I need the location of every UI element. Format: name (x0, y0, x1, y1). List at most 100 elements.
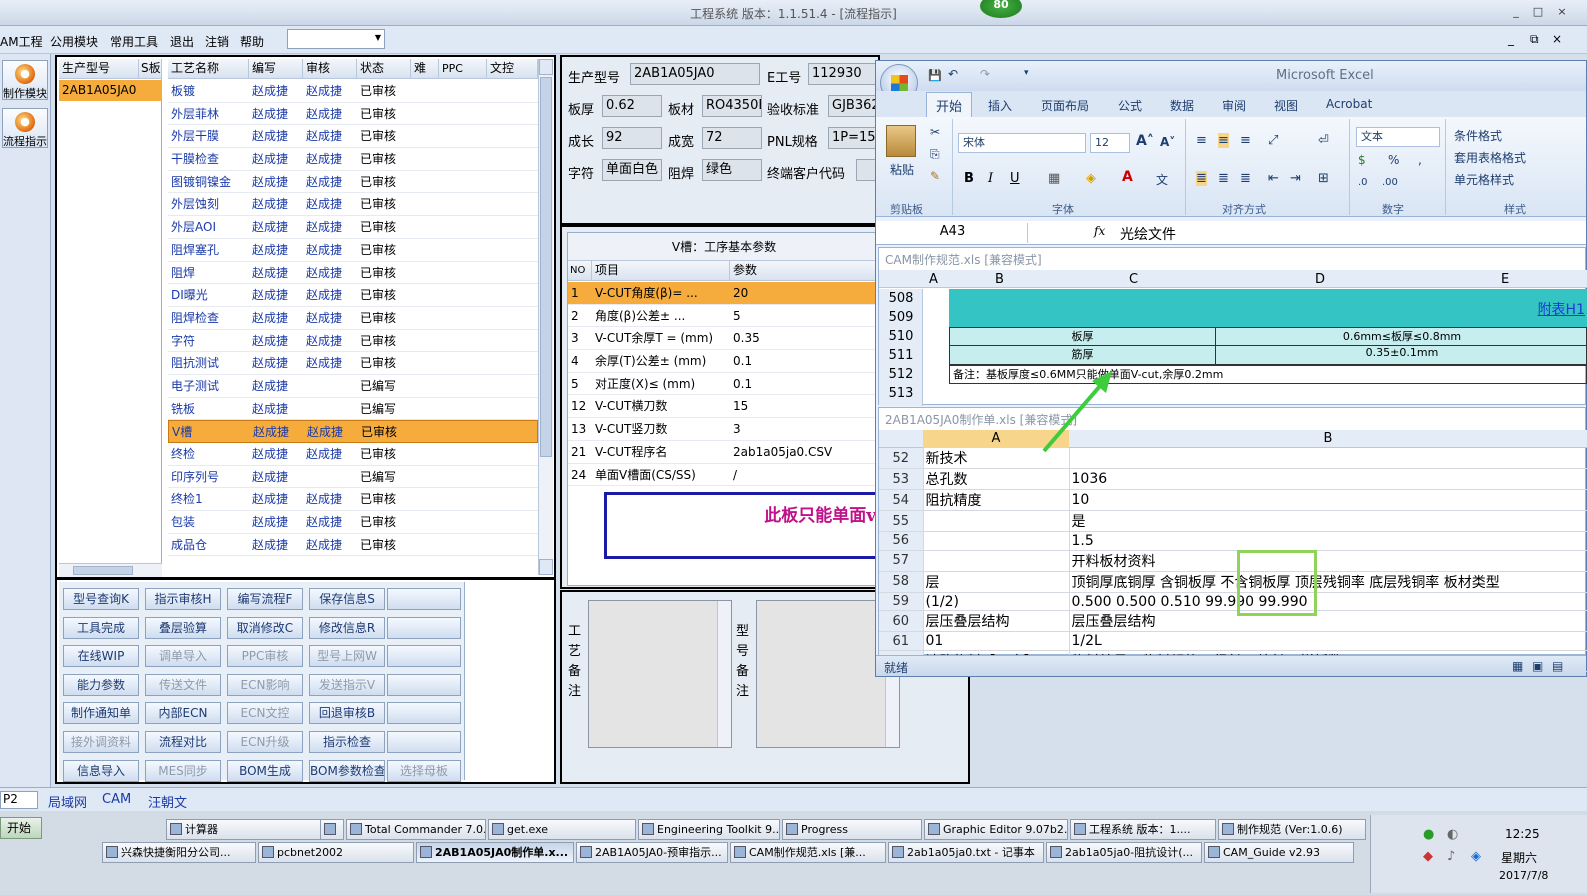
process-row[interactable]: 终检 赵成捷 赵成捷 已审核 (168, 443, 538, 466)
action-button[interactable]: ECN升级 (227, 731, 303, 753)
process-row[interactable]: 外层菲林 赵成捷 赵成捷 已审核 (168, 103, 538, 126)
vcut-row[interactable]: 13 V-CUT竖刀数 3 (568, 418, 880, 441)
action-button[interactable]: BOM参数检查 (309, 759, 385, 782)
process-row[interactable]: 阻焊检查 赵成捷 赵成捷 已审核 (168, 307, 538, 330)
cell-style-button[interactable]: 单元格样式 (1454, 171, 1514, 188)
cell-a[interactable] (923, 510, 1070, 532)
tab-view[interactable]: 视图 (1274, 97, 1298, 114)
action-button[interactable]: 接外调资料 (63, 731, 139, 753)
paste-label[interactable]: 粘贴 (890, 161, 914, 178)
vcut-row[interactable]: 12 V-CUT横刀数 15 (568, 395, 880, 419)
action-button[interactable] (387, 731, 461, 753)
decrease-indent-icon[interactable]: ⇤ (1268, 171, 1279, 186)
conditional-format-button[interactable]: 条件格式 (1454, 127, 1502, 144)
width-field[interactable]: 72 (702, 127, 762, 149)
action-button[interactable]: 叠层验算 (145, 616, 221, 639)
e-field[interactable]: 112930 (808, 63, 882, 85)
row-header[interactable]: 52 (879, 448, 924, 469)
row-511[interactable]: 511 (879, 348, 923, 363)
action-button[interactable] (387, 616, 461, 639)
menu-item-am[interactable]: AM工程 (0, 33, 43, 50)
sheet-row[interactable]: 55 是 (879, 510, 1587, 532)
cell-a[interactable]: 层压叠层结构 (923, 610, 1070, 633)
tool-make-module[interactable]: ● 制作模块 (2, 60, 48, 100)
formula-input[interactable]: 光绘文件 (1120, 224, 1176, 244)
material-field[interactable]: RO4350B (702, 95, 762, 117)
process-row[interactable]: DI曝光 赵成捷 赵成捷 已审核 (168, 284, 538, 307)
clock-time[interactable]: 12:25 (1505, 827, 1540, 841)
cell-a[interactable] (923, 531, 1070, 551)
underline-icon[interactable]: U (1010, 171, 1020, 186)
cell-b[interactable]: 1/2L (1069, 631, 1587, 652)
char-field[interactable]: 单面白色 (602, 159, 662, 181)
vcut-row[interactable]: 24 单面V槽面(CS/SS) / (568, 464, 880, 487)
row-header[interactable]: 60 (879, 610, 924, 633)
sheet-row[interactable]: 61 01 1/2L (879, 631, 1587, 652)
col-A[interactable]: A (929, 272, 938, 287)
mdi-minimize-button[interactable]: _ (1508, 32, 1514, 46)
pnl-field[interactable]: 1P=15 (828, 127, 882, 149)
font-color-icon[interactable]: A (1122, 169, 1133, 185)
tray-icon[interactable]: ● (1423, 827, 1434, 842)
taskbar-item[interactable]: 2AB1A05JA0制作单.x... (416, 842, 574, 863)
action-button[interactable]: MES同步 (145, 759, 221, 782)
orientation-icon[interactable]: ⤢ (1268, 133, 1278, 148)
format-painter-icon[interactable]: ✎ (930, 169, 940, 183)
action-button[interactable]: 在线WIP (63, 645, 139, 668)
mdi-close-button[interactable]: × (1552, 32, 1562, 46)
close-button[interactable]: × (1554, 5, 1570, 19)
cell-b[interactable]: 0.500 0.500 0.510 99.990 99.990 (1069, 592, 1587, 612)
cell-b[interactable]: 顶铜厚底铜厚 含铜板厚 不含铜板厚 顶层残铜率 底层残铜率 板材类型 (1069, 571, 1587, 593)
taskbar-item[interactable]: 计算器 (166, 819, 324, 840)
minimize-button[interactable]: _ (1508, 5, 1524, 19)
tab-layout[interactable]: 页面布局 (1041, 97, 1089, 114)
taskbar-item[interactable]: Engineering Toolkit 9.... (638, 819, 780, 840)
align-center-icon[interactable]: ≣ (1218, 171, 1229, 186)
name-box[interactable]: A43 (878, 223, 1028, 243)
row-header[interactable]: 57 (879, 550, 924, 572)
model-row[interactable]: 2AB1A05JA0 (59, 80, 162, 101)
page-layout-icon[interactable]: ▣ (1532, 659, 1543, 673)
row-header[interactable]: 58 (879, 571, 924, 593)
action-button[interactable] (387, 645, 461, 668)
process-row[interactable]: 包装 赵成捷 赵成捷 已审核 (168, 511, 538, 534)
row-header[interactable]: 53 (879, 468, 924, 490)
qat-dropdown-icon[interactable]: ▾ (1024, 68, 1029, 78)
tab-insert[interactable]: 插入 (988, 97, 1012, 114)
action-button[interactable]: 工具完成 (63, 616, 139, 639)
taskbar-item[interactable]: pcbnet2002 (258, 842, 414, 863)
tab-user[interactable]: 汪朝文 (148, 792, 187, 811)
sheet-row[interactable]: 54 阻抗精度 10 (879, 489, 1587, 511)
taskbar-item[interactable]: 工程系统 版本：1.... (1070, 819, 1216, 840)
process-row[interactable]: 阻焊塞孔 赵成捷 赵成捷 已审核 (168, 239, 538, 262)
row-510[interactable]: 510 (879, 329, 923, 344)
action-button[interactable]: 型号查询K (63, 588, 139, 610)
shrink-font-icon[interactable]: A˅ (1160, 135, 1175, 149)
action-button[interactable]: 回退审核B (309, 702, 385, 725)
process-row[interactable]: 阻焊 赵成捷 赵成捷 已审核 (168, 262, 538, 285)
process-row[interactable]: 成品仓 赵成捷 赵成捷 已审核 (168, 534, 538, 557)
align-middle-icon[interactable]: ≡ (1218, 133, 1229, 148)
vcut-row[interactable]: 5 对正度(X)≤ (mm) 0.1 (568, 373, 880, 396)
vcut-row[interactable]: 4 余厚(T)公差± (mm) 0.1 (568, 350, 880, 373)
row-header[interactable]: 56 (879, 531, 924, 551)
border-icon[interactable]: ▦ (1048, 171, 1060, 186)
menu-item-tools[interactable]: 常用工具 (110, 33, 158, 50)
accept-field[interactable]: GJB362 (828, 95, 882, 117)
taskbar-item[interactable]: 兴森快捷衡阳分公司... (102, 842, 256, 863)
col-C[interactable]: C (1129, 272, 1138, 287)
action-button[interactable]: PPC审核 (227, 645, 303, 668)
cell-a[interactable]: 层 (923, 571, 1070, 593)
row-508[interactable]: 508 (879, 291, 923, 306)
tray-icon[interactable]: ◈ (1471, 849, 1481, 864)
menu-item-logout[interactable]: 注销 (205, 33, 229, 50)
taskbar-item[interactable] (320, 819, 344, 840)
mdi-restore-button[interactable]: ⧉ (1530, 32, 1539, 47)
font-size-combo[interactable]: 12 (1090, 133, 1130, 153)
cell-b[interactable]: 层压叠层结构 (1069, 610, 1587, 633)
menu-combo[interactable]: ▼ (287, 29, 385, 49)
align-bottom-icon[interactable]: ≡ (1240, 133, 1251, 148)
station-combo[interactable]: P2 (0, 791, 38, 809)
col-B[interactable]: B (995, 272, 1004, 287)
action-button[interactable]: 选择母板 (387, 759, 461, 782)
